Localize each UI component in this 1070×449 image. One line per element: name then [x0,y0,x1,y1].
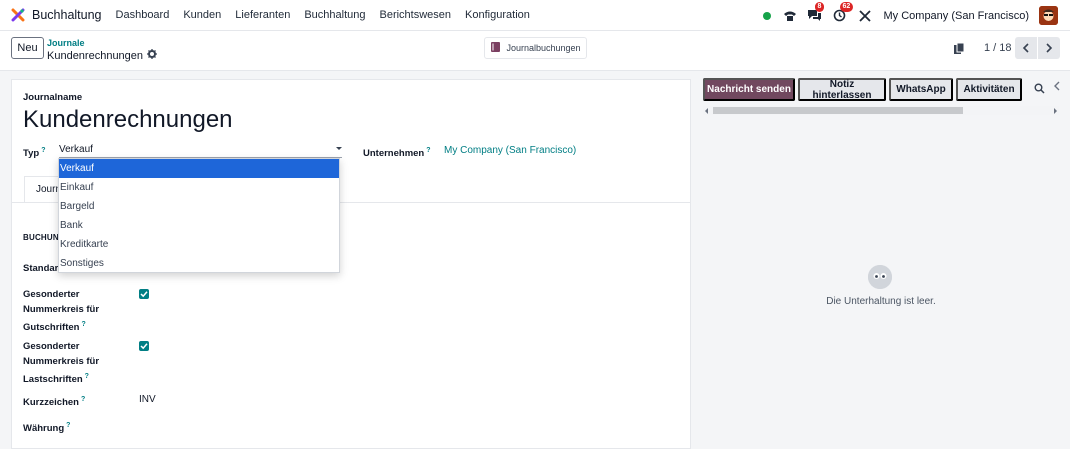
new-button[interactable]: Neu [11,37,44,59]
type-option-bargeld[interactable]: Bargeld [59,197,339,216]
search-icon[interactable] [1034,83,1045,97]
menu-item-kunden[interactable]: Kunden [176,9,228,21]
currency-label: Währung? [23,418,70,436]
payment-sequence-help-icon[interactable]: ? [85,373,89,380]
empty-conversation-icon [868,265,892,289]
phone-icon[interactable] [782,8,798,24]
refund-sequence-label: Gesonderter Nummerkreis für Gutschriften… [23,287,99,335]
scroll-right-arrow-icon[interactable] [1054,108,1057,114]
type-help-icon[interactable]: ? [41,147,45,154]
chatter-scrollbar[interactable] [703,106,1059,115]
presence-status-icon [762,11,771,20]
breadcrumb: Kundenrechnungen [47,49,158,62]
empty-conversation-message: Die Unterhaltung ist leer. [826,296,936,307]
gear-icon[interactable] [147,49,158,62]
menu-item-buchhaltung[interactable]: Buchhaltung [297,9,372,21]
type-select[interactable]: Verkauf [59,144,342,158]
type-option-verkauf[interactable]: Verkauf [59,159,339,178]
type-option-kreditkarte[interactable]: Kreditkarte [59,235,339,254]
journal-name-label: Journalname [23,92,83,103]
payment-sequence-line-3: Lastschriften? [23,369,99,387]
smart-button-label: Journalbuchungen [506,43,581,53]
log-note-button[interactable]: Notiz hinterlassen [798,78,886,101]
user-avatar[interactable] [1039,6,1058,25]
main-menu: Dashboard Kunden Lieferanten Buchhaltung… [109,9,537,21]
company-label-text: Unternehmen [363,148,425,160]
tools-icon[interactable] [857,8,873,24]
pager-next-button[interactable] [1038,37,1060,59]
scroll-left-arrow-icon[interactable] [705,108,708,114]
type-label-text: Typ [23,148,40,160]
scrollbar-thumb[interactable] [713,107,963,114]
company-help-icon[interactable]: ? [426,147,430,154]
pager-value[interactable]: 1 / 18 [984,42,1012,54]
top-navbar: Buchhaltung Dashboard Kunden Lieferanten… [0,0,1070,31]
activities-button[interactable]: Aktivitäten [956,78,1022,101]
section-title: BUCHUN [23,233,59,242]
breadcrumb-current-record: Kundenrechnungen [47,49,144,62]
menu-item-berichtswesen[interactable]: Berichtswesen [373,9,459,21]
record-title[interactable]: Kundenrechnungen [23,106,233,134]
book-icon [490,41,501,55]
activities-clock-icon[interactable]: 62 [832,1,854,24]
type-option-einkauf[interactable]: Einkauf [59,178,339,197]
code-label-text: Kurzzeichen [23,397,79,409]
type-dropdown-menu: Verkauf Einkauf Bargeld Bank Kreditkarte… [58,158,340,273]
company-label: Unternehmen? [363,143,431,161]
type-select-value: Verkauf [59,144,93,155]
company-link[interactable]: My Company (San Francisco) [444,145,576,156]
control-panel: Neu Journale Kundenrechnungen Journalbuc… [0,31,1070,71]
refund-sequence-line-3-text: Gutschriften [23,322,80,334]
payment-sequence-label: Gesonderter Nummerkreis für Lastschrifte… [23,339,99,387]
app-name[interactable]: Buchhaltung [32,8,102,22]
activities-badge: 62 [839,1,854,12]
menu-item-dashboard[interactable]: Dashboard [109,9,177,21]
messages-icon[interactable]: 8 [807,1,825,24]
type-option-sonstiges[interactable]: Sonstiges [59,254,339,273]
whatsapp-button[interactable]: WhatsApp [889,78,953,101]
attachment-icon[interactable] [953,42,965,58]
breadcrumb-journals-link[interactable]: Journale [47,38,85,48]
type-option-bank[interactable]: Bank [59,216,339,235]
payment-sequence-line-2: Nummerkreis für [23,356,100,367]
messages-badge: 8 [814,1,825,12]
code-value[interactable]: INV [139,394,156,405]
menu-item-konfiguration[interactable]: Konfiguration [458,9,537,21]
caret-down-icon [336,147,342,150]
refund-sequence-checkbox[interactable] [139,289,149,299]
code-label: Kurzzeichen? [23,392,85,410]
currency-help-icon[interactable]: ? [66,422,70,429]
payment-sequence-line-3-text: Lastschriften [23,374,83,386]
type-label: Typ? [23,143,45,161]
company-switcher[interactable]: My Company (San Francisco) [884,10,1030,22]
chatter-overflow-icon[interactable] [1054,81,1060,94]
currency-label-text: Währung [23,423,65,435]
send-message-button[interactable]: Nachricht senden [703,78,795,101]
systray: 8 62 My Company (San Francisco) [762,0,1070,31]
chatter-panel: Nachricht senden Notiz hinterlassen What… [692,71,1070,449]
refund-sequence-help-icon[interactable]: ? [81,321,85,328]
menu-item-lieferanten[interactable]: Lieferanten [228,9,297,21]
refund-sequence-line-1: Gesonderter [23,289,80,300]
app-logo-icon[interactable] [11,8,25,22]
refund-sequence-line-2: Nummerkreis für [23,304,100,315]
refund-sequence-line-3: Gutschriften? [23,317,99,335]
payment-sequence-checkbox[interactable] [139,341,149,351]
journal-entries-smart-button[interactable]: Journalbuchungen [484,37,587,59]
pager-previous-button[interactable] [1015,37,1037,59]
payment-sequence-line-1: Gesonderter [23,341,80,352]
code-help-icon[interactable]: ? [81,396,85,403]
